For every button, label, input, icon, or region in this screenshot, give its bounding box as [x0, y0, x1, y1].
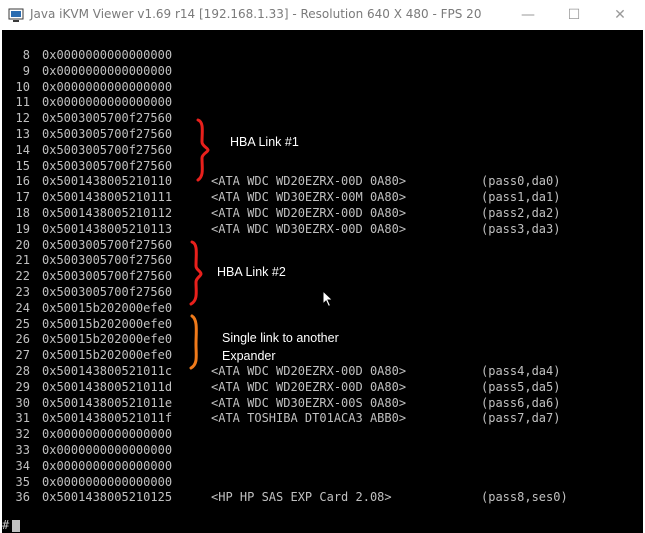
sas-address: 0x0000000000000000 [42, 63, 173, 78]
sas-address: 0x50015b202000efe0 [42, 300, 173, 315]
line-number: 13 [15, 126, 30, 141]
device-description: <ATA WDC WD20EZRX-00D 0A80> [211, 363, 407, 378]
console-screen[interactable]: 8 0x0000000000000000 9 0x0000000000000000 10… [2, 30, 643, 533]
line-number: 28 [15, 363, 30, 378]
sas-address: 0x5001438005210125 [42, 490, 173, 505]
device-node: (pass2,da2) [481, 205, 561, 220]
sas-address: 0x50015b202000efe0 [42, 332, 173, 347]
sas-address: 0x500143800521011f [42, 411, 173, 426]
single-link-label: Single link to another Expander [222, 329, 339, 365]
minimize-button[interactable]: — [505, 0, 551, 30]
line-number: 10 [15, 79, 30, 94]
single-link-label-line2: Expander [222, 349, 276, 363]
line-number: 31 [15, 411, 30, 426]
sas-address: 0x0000000000000000 [42, 79, 173, 94]
mouse-pointer-icon [322, 290, 334, 308]
line-number: 12 [15, 111, 30, 126]
maximize-icon: ☐ [567, 7, 581, 23]
device-node: (pass0,da0) [481, 174, 561, 189]
hba-link-1-label: HBA Link #1 [230, 135, 299, 149]
sas-address: 0x5003005700f27560 [42, 111, 173, 126]
close-icon: ✕ [614, 7, 626, 23]
sas-address: 0x500143800521011d [42, 379, 173, 394]
sas-address: 0x0000000000000000 [42, 48, 173, 62]
line-number: 20 [15, 237, 30, 252]
line-number: 22 [15, 269, 30, 284]
single-link-brace [189, 314, 198, 370]
sas-address: 0x5001438005210110 [42, 174, 173, 189]
line-number: 29 [15, 379, 30, 394]
sas-address: 0x5001438005210111 [42, 190, 173, 205]
sas-address: 0x50015b202000efe0 [42, 316, 173, 331]
sas-address: 0x5003005700f27560 [42, 269, 173, 284]
line-number: 30 [15, 395, 30, 410]
sas-address: 0x5003005700f27560 [42, 142, 173, 157]
sas-address: 0x500143800521011e [42, 395, 173, 410]
device-description: <ATA WDC WD30EZRX-00D 0A80> [211, 221, 407, 236]
shell-prompt: # [2, 518, 10, 532]
sas-address: 0x5003005700f27560 [42, 126, 173, 141]
maximize-button[interactable]: ☐ [551, 0, 597, 30]
device-node: (pass6,da6) [481, 395, 561, 410]
line-number: 27 [15, 348, 30, 363]
device-description: <ATA WDC WD20EZRX-00D 0A80> [211, 379, 407, 394]
line-number: 23 [15, 284, 30, 299]
title-bar: Java iKVM Viewer v1.69 r14 [192.168.1.33… [0, 0, 645, 30]
line-number: 34 [15, 458, 30, 473]
text-cursor [12, 520, 20, 532]
java-app-icon [8, 8, 24, 22]
device-node: (pass5,da5) [481, 379, 561, 394]
device-node: (pass8,ses0) [481, 490, 568, 505]
line-number: 17 [15, 190, 30, 205]
line-number: 33 [15, 442, 30, 457]
sas-address: 0x500143800521011c [42, 363, 173, 378]
line-number: 16 [15, 174, 30, 189]
line-number: 8 [22, 48, 30, 62]
minimize-icon: — [521, 7, 535, 23]
device-node: (pass1,da1) [481, 190, 561, 205]
device-description: <ATA WDC WD30EZRX-00S 0A80> [211, 395, 407, 410]
window-title: Java iKVM Viewer v1.69 r14 [192.168.1.33… [30, 7, 482, 21]
sas-address: 0x0000000000000000 [42, 427, 173, 442]
sas-address: 0x5001438005210112 [42, 205, 173, 220]
line-number: 15 [15, 158, 30, 173]
line-number: 32 [15, 427, 30, 442]
line-number: 24 [15, 300, 30, 315]
device-description: <ATA WDC WD20EZRX-00D 0A80> [211, 205, 407, 220]
device-description: <ATA WDC WD30EZRX-00M 0A80> [211, 190, 407, 205]
line-number: 26 [15, 332, 30, 347]
line-number: 36 [15, 490, 30, 505]
sas-address: 0x5003005700f27560 [42, 237, 173, 252]
sas-address: 0x5003005700f27560 [42, 158, 173, 173]
line-number: 21 [15, 253, 30, 268]
line-number: 25 [15, 316, 30, 331]
device-description: <ATA TOSHIBA DT01ACA3 ABB0> [211, 411, 407, 426]
line-number: 18 [15, 205, 30, 220]
hba-link-1-brace [196, 118, 210, 182]
sas-address: 0x50015b202000efe0 [42, 348, 173, 363]
sas-address: 0x5003005700f27560 [42, 253, 173, 268]
hba-link-2-brace [189, 240, 203, 306]
line-number: 11 [15, 95, 30, 110]
device-node: (pass4,da4) [481, 363, 561, 378]
hba-link-2-label: HBA Link #2 [217, 265, 286, 279]
sas-address: 0x0000000000000000 [42, 458, 173, 473]
line-number: 19 [15, 221, 30, 236]
line-number: 14 [15, 142, 30, 157]
device-description: <HP HP SAS EXP Card 2.08> [211, 490, 392, 505]
sas-address: 0x0000000000000000 [42, 474, 173, 489]
sas-address: 0x0000000000000000 [42, 442, 173, 457]
close-button[interactable]: ✕ [597, 0, 643, 30]
line-number: 35 [15, 474, 30, 489]
line-number: 9 [22, 63, 30, 78]
single-link-label-line1: Single link to another [222, 331, 339, 345]
sas-address: 0x5003005700f27560 [42, 284, 173, 299]
device-node: (pass7,da7) [481, 411, 561, 426]
sas-address: 0x5001438005210113 [42, 221, 173, 236]
device-node: (pass3,da3) [481, 221, 561, 236]
sas-address: 0x0000000000000000 [42, 95, 173, 110]
device-description: <ATA WDC WD20EZRX-00D 0A80> [211, 174, 407, 189]
